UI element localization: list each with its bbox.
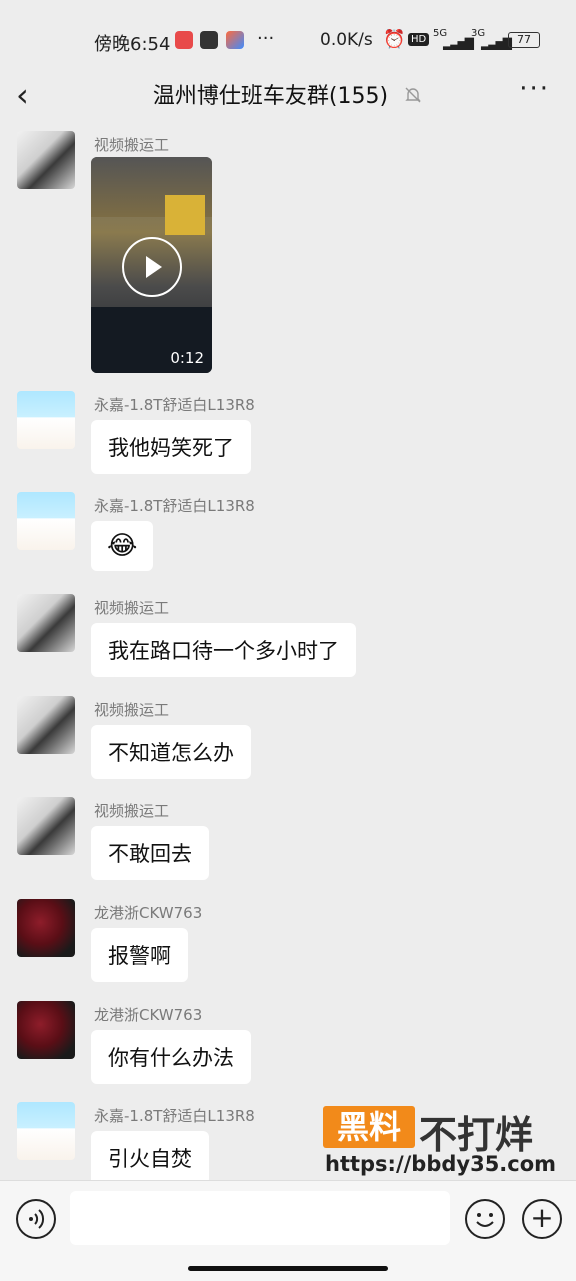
video-message[interactable]: 0:12	[91, 157, 212, 373]
battery-icon: 77	[508, 32, 540, 48]
message-item: 永嘉-1.8T舒适白L13R8 😂	[0, 483, 576, 583]
message-item: 龙港浙CKW763 你有什么办法	[0, 992, 576, 1092]
smiley-face-icon	[476, 1213, 494, 1227]
watermark: 黑料 不打烊 https://bbdy35.com	[323, 1102, 573, 1186]
add-attachment-button[interactable]: +	[522, 1199, 562, 1239]
status-bar: 傍晚6:54 ··· 0.0K/s ⏰ HD 5G ▂▃▅▇ 3G ▂▃▅▇ 7…	[0, 0, 576, 72]
voice-icon[interactable]	[16, 1199, 56, 1239]
signal-3g-icon: ▂▃▅▇	[481, 36, 512, 50]
notification-icon	[175, 31, 193, 49]
sender-name: 视频搬运工	[94, 701, 170, 719]
watermark-url: https://bbdy35.com	[325, 1152, 557, 1176]
app-icon	[200, 31, 218, 49]
message-item: 视频搬运工 我在路口待一个多小时了	[0, 585, 576, 685]
message-bubble[interactable]: 我在路口待一个多小时了	[91, 623, 356, 677]
voice-waves-icon	[29, 1209, 45, 1229]
message-input[interactable]	[70, 1191, 450, 1245]
sender-name: 视频搬运工	[94, 802, 170, 820]
sender-name: 永嘉-1.8T舒适白L13R8	[94, 396, 255, 414]
network-speed: 0.0K/s	[320, 30, 373, 50]
sender-name: 永嘉-1.8T舒适白L13R8	[94, 1107, 255, 1125]
video-duration: 0:12	[170, 349, 204, 367]
message-bubble[interactable]: 引火自焚	[91, 1131, 209, 1180]
message-item: 龙港浙CKW763 报警啊	[0, 890, 576, 990]
more-notifications-icon: ···	[257, 28, 275, 49]
avatar[interactable]	[17, 594, 75, 652]
message-item: 视频搬运工 不知道怎么办	[0, 687, 576, 787]
watermark-text: 不打烊	[419, 1113, 534, 1157]
emoji-bubble[interactable]: 😂	[91, 521, 154, 571]
avatar[interactable]	[17, 899, 75, 957]
video-thumbnail-sign	[165, 195, 205, 235]
group-title: 温州博仕班车友群(155)	[0, 78, 576, 110]
avatar[interactable]	[17, 391, 75, 449]
group-title-text: 温州博仕班车友群(155)	[152, 84, 389, 109]
play-icon[interactable]	[122, 237, 182, 297]
home-indicator	[188, 1266, 388, 1271]
watermark-badge: 黑料	[323, 1106, 415, 1148]
hd-icon: HD	[408, 33, 430, 46]
sender-name: 龙港浙CKW763	[94, 1006, 203, 1024]
sender-name: 龙港浙CKW763	[94, 904, 203, 922]
avatar[interactable]	[17, 1102, 75, 1160]
message-bubble[interactable]: 不知道怎么办	[91, 725, 251, 779]
avatar[interactable]	[17, 696, 75, 754]
avatar[interactable]	[17, 797, 75, 855]
avatar[interactable]	[17, 492, 75, 550]
alarm-icon: ⏰	[383, 29, 406, 50]
sender-name: 视频搬运工	[94, 599, 170, 617]
more-options-button[interactable]: ···	[519, 74, 550, 104]
message-item: 视频搬运工 0:12	[0, 122, 576, 382]
status-time: 傍晚6:54	[94, 34, 171, 55]
sender-name: 永嘉-1.8T舒适白L13R8	[94, 497, 255, 515]
avatar[interactable]	[17, 131, 75, 189]
message-bubble[interactable]: 你有什么办法	[91, 1030, 251, 1084]
sender-name: 视频搬运工	[94, 136, 170, 154]
message-bubble[interactable]: 我他妈笑死了	[91, 420, 251, 474]
avatar[interactable]	[17, 1001, 75, 1059]
message-item: 永嘉-1.8T舒适白L13R8 我他妈笑死了	[0, 382, 576, 482]
signal-5g-icon: ▂▃▅▇	[443, 36, 474, 50]
chat-header: ‹ 温州博仕班车友群(155) ···	[0, 72, 576, 122]
emoji-icon[interactable]	[465, 1199, 505, 1239]
chat-messages[interactable]: 视频搬运工 0:12 永嘉-1.8T舒适白L13R8 我他妈笑死了 永嘉-1.8…	[0, 122, 576, 1180]
message-bubble[interactable]: 不敢回去	[91, 826, 209, 880]
message-item: 视频搬运工 不敢回去	[0, 788, 576, 888]
message-bubble[interactable]: 报警啊	[91, 928, 188, 982]
bell-off-icon	[405, 87, 421, 103]
play-store-icon	[226, 31, 244, 49]
